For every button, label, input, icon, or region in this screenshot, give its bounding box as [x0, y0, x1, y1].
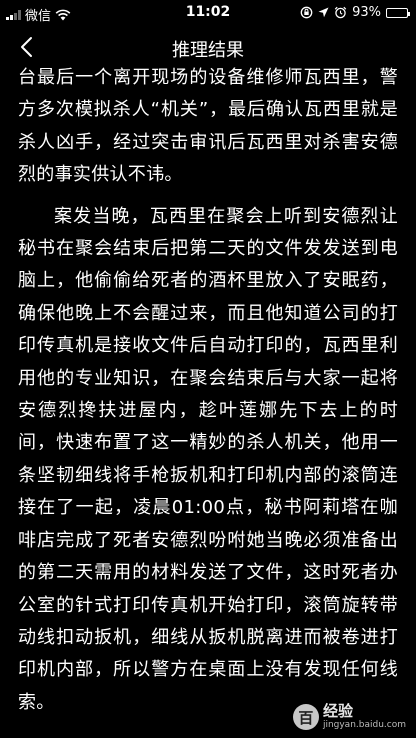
- baidu-paw-logo-icon: 百: [292, 704, 319, 730]
- status-bar: 微信 11:02 93%: [0, 0, 416, 26]
- nav-bar: 推理结果: [0, 26, 416, 68]
- alarm-clock-icon: [334, 6, 347, 19]
- article-paragraph: 台最后一个离开现场的设备维修师瓦西里，警方多次模拟杀人“机关”，最后确认瓦西里就…: [18, 67, 398, 186]
- page-title: 推理结果: [172, 40, 244, 61]
- baidu-jingyan-watermark: 百 经验 jingyan.baidu.com: [292, 704, 406, 730]
- article-scroll-area[interactable]: 台最后一个离开现场的设备维修师瓦西里，警方多次模拟杀人“机关”，最后确认瓦西里就…: [0, 66, 416, 738]
- location-arrow-icon: [318, 7, 329, 18]
- watermark-name: 经验: [322, 702, 353, 720]
- article-body: 台最后一个离开现场的设备维修师瓦西里，警方多次模拟杀人“机关”，最后确认瓦西里就…: [0, 66, 416, 719]
- battery-percent: 93%: [352, 5, 381, 20]
- watermark-url: jingyan.baidu.com: [322, 720, 406, 730]
- status-right: 93%: [300, 5, 410, 20]
- battery-icon: [386, 7, 410, 18]
- rotation-lock-icon: [300, 6, 313, 19]
- watermark-text: 经验 jingyan.baidu.com: [323, 704, 406, 730]
- article-paragraph: 案发当晚，瓦西里在聚会上听到安德烈让秘书在聚会结束后把第二天的文件发发送到电脑上…: [18, 205, 398, 713]
